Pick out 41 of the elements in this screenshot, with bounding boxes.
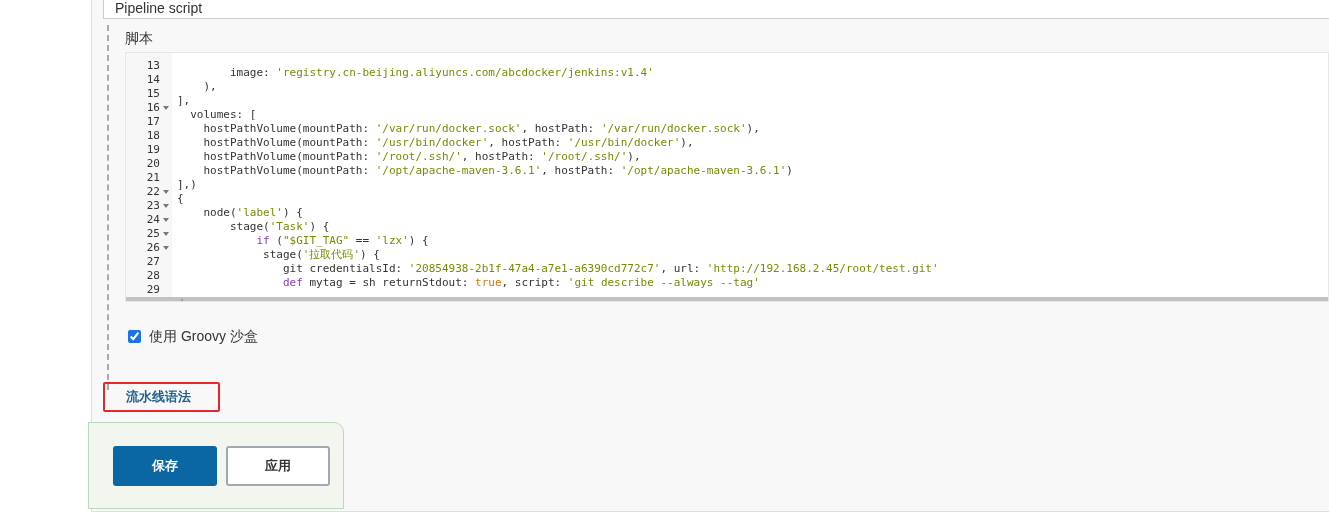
code-line: { — [177, 192, 184, 205]
apply-button[interactable]: 应用 — [226, 445, 330, 486]
code-line: stage('Task') { — [228, 220, 330, 233]
code-line: ], — [177, 94, 191, 107]
line-number: 17 — [146, 115, 160, 129]
code-line: hostPathVolume(mountPath: '/opt/apache-maven-3.6.1', hostPath: '/opt/apache-maven-3.6.1') — [202, 164, 793, 177]
code-line: ), — [202, 80, 217, 93]
code-line: git credentialsId: '20854938-2b1f-47a4-a7e1-a6390cd772c7', url: 'http://192.168.2.45/root/test.git' — [281, 262, 939, 275]
code-line: volumes: [ — [189, 108, 257, 121]
definition-field[interactable]: Pipeline script — [103, 0, 1329, 19]
line-number: 28 — [146, 269, 160, 283]
line-number: 19 — [146, 143, 160, 157]
code-line: hostPathVolume(mountPath: '/var/run/docker.sock', hostPath: '/var/run/docker.sock'), — [202, 122, 760, 135]
line-number: 20 — [146, 157, 160, 171]
sandbox-checkbox[interactable] — [128, 330, 141, 343]
line-number: 25 — [146, 227, 160, 241]
code-line: stage('拉取代码') { — [262, 248, 380, 261]
line-number: 16 — [146, 101, 160, 115]
save-button[interactable]: 保存 — [113, 445, 217, 486]
line-number: 26 — [146, 241, 160, 255]
line-number: 13 — [146, 59, 160, 73]
code-line: if ("$GIT_TAG" == 'lzx') { — [255, 234, 429, 247]
code-line: hostPathVolume(mountPath: '/usr/bin/docker', hostPath: '/usr/bin/docker'), — [202, 136, 694, 149]
code-line: node('label') { — [202, 206, 303, 219]
line-number: 27 — [146, 255, 160, 269]
code-line: image: 'registry.cn-beijing.aliyuncs.com/abcdocker/jenkins:v1.4' — [228, 66, 654, 79]
sandbox-checkbox-label: 使用 Groovy 沙盒 — [149, 327, 258, 346]
line-number: 23 — [146, 199, 160, 213]
fold-arrow-icon[interactable] — [162, 105, 170, 111]
code-line: def mytag = sh returnStdout: true, script: 'git describe --always --tag' — [281, 276, 760, 289]
line-number: 24 — [146, 213, 160, 227]
line-number: 21 — [146, 171, 160, 185]
line-number: 14 — [146, 73, 160, 87]
code-line: hostPathVolume(mountPath: '/root/.ssh/', hostPath: '/root/.ssh/'), — [202, 150, 641, 163]
code-line: ],) — [177, 178, 197, 191]
line-number: 18 — [146, 129, 160, 143]
script-label: 脚本 — [125, 29, 153, 47]
line-number: 29 — [146, 283, 160, 297]
line-number: 22 — [146, 185, 160, 199]
syntax-link[interactable]: 流水线语法 — [126, 387, 191, 407]
line-number: 15 — [146, 87, 160, 101]
